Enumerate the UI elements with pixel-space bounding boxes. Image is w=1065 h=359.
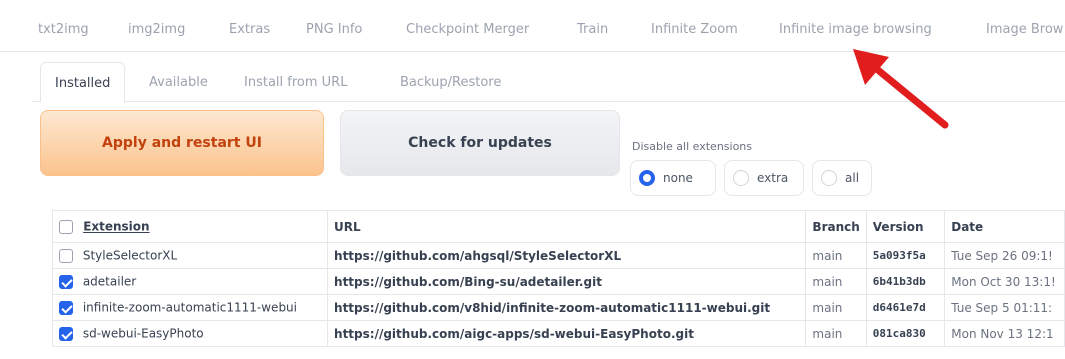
extension-version[interactable]: d6461e7d [865,294,946,321]
extension-version[interactable]: 6b41b3db [865,268,946,295]
header-extension: Extension [51,210,329,243]
table-row: StyleSelectorXL https://github.com/ahgsq… [51,242,1065,269]
extension-url[interactable]: https://github.com/aigc-apps/sd-webui-Ea… [327,320,807,347]
header-url: URL [327,210,807,243]
extensions-table: Extension URL Branch Version Date StyleS… [51,210,1065,347]
radio-extra[interactable]: extra [724,160,804,196]
extension-url[interactable]: https://github.com/Bing-su/adetailer.git [327,268,807,295]
tab-train[interactable]: Train [577,22,608,37]
extension-checkbox[interactable] [59,248,73,263]
extension-url[interactable]: https://github.com/v8hid/infinite-zoom-a… [327,294,807,321]
extension-date: Mon Oct 30 13:1! [944,268,1065,295]
extension-branch: main [805,320,867,347]
radio-all-label: all [845,171,860,185]
tab-png-info[interactable]: PNG Info [306,22,362,37]
radio-none-label: none [663,171,693,185]
select-all-checkbox[interactable] [59,219,73,234]
tab-extras[interactable]: Extras [229,22,270,37]
extension-date: Tue Sep 5 01:11: [944,294,1065,321]
extension-name: adetailer [82,274,137,289]
header-branch: Branch [805,210,867,243]
tab-backup-restore[interactable]: Backup/Restore [400,75,501,90]
extension-name: sd-webui-EasyPhoto [82,326,204,341]
header-extension-label[interactable]: Extension [83,220,149,234]
extension-version[interactable]: 081ca830 [865,320,946,347]
extension-checkbox[interactable] [59,274,73,289]
extension-checkbox[interactable] [59,326,73,341]
radio-unselected-icon [821,170,837,186]
radio-extra-label: extra [757,171,789,185]
tab-install-from-url[interactable]: Install from URL [244,75,347,90]
extension-name: StyleSelectorXL [82,248,178,263]
extension-cell: infinite-zoom-automatic1111-webui [51,294,329,321]
extension-name: infinite-zoom-automatic1111-webui [82,300,297,315]
extension-date: Mon Nov 13 12:1 [944,320,1065,347]
extension-checkbox[interactable] [59,300,73,315]
disable-extensions-label: Disable all extensions [632,140,753,153]
tab-txt2img[interactable]: txt2img [38,22,89,37]
check-for-updates-button[interactable]: Check for updates [340,110,620,176]
tab-available[interactable]: Available [149,75,208,90]
table-row: sd-webui-EasyPhoto https://github.com/ai… [51,320,1065,347]
radio-none[interactable]: none [630,160,716,196]
extension-version[interactable]: 5a093f5a [865,242,946,269]
tab-checkpoint-merger[interactable]: Checkpoint Merger [406,22,529,37]
header-date: Date [944,210,1065,243]
header-version: Version [865,210,946,243]
table-row: adetailer https://github.com/Bing-su/ade… [51,268,1065,295]
extension-cell: sd-webui-EasyPhoto [51,320,329,347]
extension-branch: main [805,242,867,269]
radio-all[interactable]: all [812,160,872,196]
extension-url[interactable]: https://github.com/ahgsql/StyleSelectorX… [327,242,807,269]
tab-infinite-zoom[interactable]: Infinite Zoom [651,22,738,37]
radio-selected-icon [639,170,655,186]
extension-cell: StyleSelectorXL [51,242,329,269]
table-header-row: Extension URL Branch Version Date [51,210,1065,243]
radio-unselected-icon [733,170,749,186]
extension-date: Tue Sep 26 09:1! [944,242,1065,269]
red-arrow-annotation [853,49,949,129]
tab-infinite-image-browsing[interactable]: Infinite image browsing [779,22,932,37]
tab-img2img[interactable]: img2img [128,22,185,37]
extension-branch: main [805,294,867,321]
extension-branch: main [805,268,867,295]
tab-image-browser[interactable]: Image Brow [986,22,1063,37]
extension-cell: adetailer [51,268,329,295]
apply-and-restart-button[interactable]: Apply and restart UI [40,110,324,176]
tab-installed[interactable]: Installed [40,62,126,103]
table-row: infinite-zoom-automatic1111-webui https:… [51,294,1065,321]
